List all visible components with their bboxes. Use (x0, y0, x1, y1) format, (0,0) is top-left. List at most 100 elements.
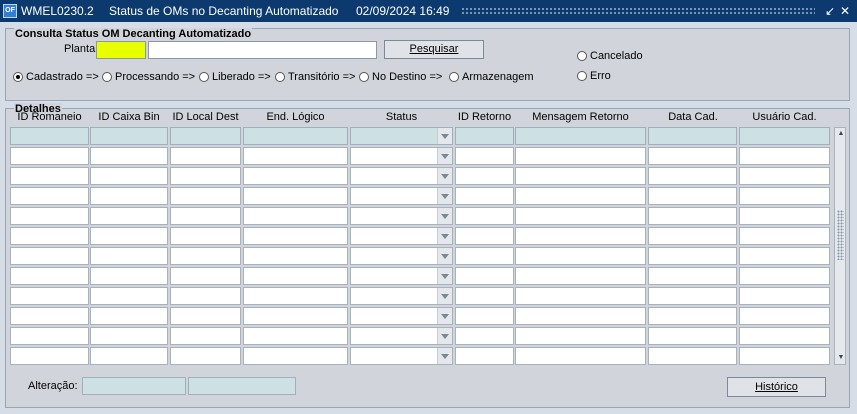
cell-id-caixa-bin[interactable] (90, 187, 168, 205)
filter-mensagem-retorno[interactable] (515, 127, 646, 145)
cell-status[interactable] (350, 167, 453, 185)
cell-data-cad[interactable] (648, 147, 737, 165)
scroll-down-icon[interactable]: ▼ (836, 353, 846, 363)
cell-data-cad[interactable] (648, 187, 737, 205)
cell-id-caixa-bin[interactable] (90, 287, 168, 305)
cell-id-romaneio[interactable] (10, 347, 89, 365)
cell-id-retorno[interactable] (455, 147, 514, 165)
cell-id-local-dest[interactable] (170, 187, 241, 205)
cell-id-caixa-bin[interactable] (90, 207, 168, 225)
cell-data-cad[interactable] (648, 167, 737, 185)
scroll-grip[interactable] (837, 210, 844, 260)
cell-id-local-dest[interactable] (170, 147, 241, 165)
cell-id-retorno[interactable] (455, 307, 514, 325)
chevron-down-icon[interactable] (437, 128, 452, 144)
planta-code-field[interactable] (96, 41, 146, 59)
filter-id-retorno[interactable] (455, 127, 514, 145)
cell-data-cad[interactable] (648, 287, 737, 305)
cell-usuario-cad[interactable] (739, 207, 830, 225)
cell-id-retorno[interactable] (455, 227, 514, 245)
cell-id-retorno[interactable] (455, 287, 514, 305)
cell-end-logico[interactable] (243, 167, 348, 185)
cell-id-local-dest[interactable] (170, 347, 241, 365)
chevron-down-icon[interactable] (437, 308, 452, 324)
chevron-down-icon[interactable] (437, 288, 452, 304)
cell-mensagem-retorno[interactable] (515, 247, 646, 265)
cell-id-local-dest[interactable] (170, 287, 241, 305)
cell-data-cad[interactable] (648, 247, 737, 265)
cell-usuario-cad[interactable] (739, 267, 830, 285)
cell-data-cad[interactable] (648, 227, 737, 245)
cell-usuario-cad[interactable] (739, 147, 830, 165)
chevron-down-icon[interactable] (437, 268, 452, 284)
cell-id-retorno[interactable] (455, 167, 514, 185)
cell-data-cad[interactable] (648, 347, 737, 365)
filter-status[interactable] (350, 127, 453, 145)
cell-data-cad[interactable] (648, 207, 737, 225)
cell-id-caixa-bin[interactable] (90, 147, 168, 165)
cell-status[interactable] (350, 267, 453, 285)
chevron-down-icon[interactable] (437, 168, 452, 184)
cell-mensagem-retorno[interactable] (515, 147, 646, 165)
cell-usuario-cad[interactable] (739, 307, 830, 325)
cell-id-romaneio[interactable] (10, 307, 89, 325)
cell-data-cad[interactable] (648, 327, 737, 345)
cell-mensagem-retorno[interactable] (515, 327, 646, 345)
cell-mensagem-retorno[interactable] (515, 187, 646, 205)
cell-usuario-cad[interactable] (739, 247, 830, 265)
cell-id-romaneio[interactable] (10, 187, 89, 205)
cell-id-caixa-bin[interactable] (90, 247, 168, 265)
cell-id-romaneio[interactable] (10, 227, 89, 245)
chevron-down-icon[interactable] (437, 208, 452, 224)
cell-status[interactable] (350, 347, 453, 365)
cell-mensagem-retorno[interactable] (515, 307, 646, 325)
planta-name-field[interactable] (148, 41, 377, 59)
cell-status[interactable] (350, 287, 453, 305)
cell-status[interactable] (350, 247, 453, 265)
cell-usuario-cad[interactable] (739, 187, 830, 205)
cell-id-retorno[interactable] (455, 207, 514, 225)
cell-status[interactable] (350, 187, 453, 205)
cell-mensagem-retorno[interactable] (515, 227, 646, 245)
minimize-icon[interactable]: ↙ (823, 4, 837, 18)
cell-id-caixa-bin[interactable] (90, 167, 168, 185)
filter-id-romaneio[interactable] (10, 127, 89, 145)
cell-end-logico[interactable] (243, 327, 348, 345)
cell-id-caixa-bin[interactable] (90, 347, 168, 365)
cell-status[interactable] (350, 207, 453, 225)
cell-id-caixa-bin[interactable] (90, 227, 168, 245)
close-icon[interactable]: ✕ (838, 4, 852, 18)
cell-id-romaneio[interactable] (10, 207, 89, 225)
chevron-down-icon[interactable] (437, 188, 452, 204)
cell-usuario-cad[interactable] (739, 347, 830, 365)
cell-status[interactable] (350, 307, 453, 325)
cell-id-local-dest[interactable] (170, 227, 241, 245)
filter-end-logico[interactable] (243, 127, 348, 145)
cell-id-retorno[interactable] (455, 347, 514, 365)
filter-id-local-dest[interactable] (170, 127, 241, 145)
cell-end-logico[interactable] (243, 307, 348, 325)
cell-end-logico[interactable] (243, 247, 348, 265)
filter-usuario-cad[interactable] (739, 127, 830, 145)
cell-mensagem-retorno[interactable] (515, 207, 646, 225)
cell-id-local-dest[interactable] (170, 247, 241, 265)
cell-end-logico[interactable] (243, 187, 348, 205)
chevron-down-icon[interactable] (437, 348, 452, 364)
cell-end-logico[interactable] (243, 227, 348, 245)
grid-scrollbar[interactable]: ▲ ▼ (834, 127, 846, 365)
cell-id-romaneio[interactable] (10, 287, 89, 305)
chevron-down-icon[interactable] (437, 148, 452, 164)
cell-id-romaneio[interactable] (10, 167, 89, 185)
chevron-down-icon[interactable] (437, 248, 452, 264)
chevron-down-icon[interactable] (437, 328, 452, 344)
cell-id-local-dest[interactable] (170, 267, 241, 285)
cell-mensagem-retorno[interactable] (515, 267, 646, 285)
cell-id-retorno[interactable] (455, 327, 514, 345)
cell-id-retorno[interactable] (455, 187, 514, 205)
alteracao-field-2[interactable] (188, 377, 296, 395)
cell-data-cad[interactable] (648, 267, 737, 285)
cell-id-local-dest[interactable] (170, 307, 241, 325)
cell-status[interactable] (350, 147, 453, 165)
filter-data-cad[interactable] (648, 127, 737, 145)
cell-usuario-cad[interactable] (739, 167, 830, 185)
